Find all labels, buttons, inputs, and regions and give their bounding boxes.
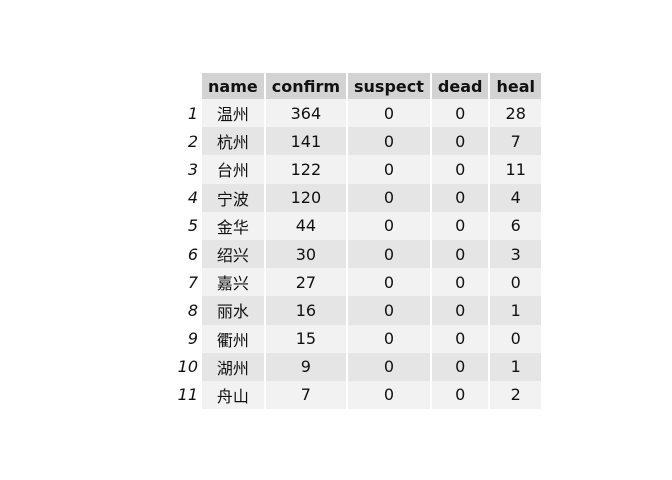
cell-heal: 3 (490, 239, 541, 269)
cell-heal: 0 (490, 324, 541, 353)
cell-heal: 28 (490, 99, 541, 128)
table-row: 6 绍兴 30 0 0 3 (172, 239, 541, 269)
cell-name: 温州 (202, 99, 264, 128)
cell-confirm: 9 (265, 352, 347, 381)
cell-heal: 1 (490, 296, 541, 325)
row-index: 4 (187, 188, 198, 208)
row-index: 7 (187, 272, 198, 292)
data-table: name confirm suspect dead heal 1 温州 364 … (170, 73, 543, 410)
cell-suspect: 0 (348, 155, 430, 184)
cell-dead: 0 (431, 183, 489, 212)
cell-name: 湖州 (202, 352, 264, 381)
cell-confirm: 16 (265, 296, 347, 325)
cell-name: 衢州 (202, 324, 264, 353)
cell-dead: 0 (431, 352, 489, 381)
cell-heal: 6 (490, 211, 541, 240)
cell-dead: 0 (431, 211, 489, 240)
column-header-suspect: suspect (348, 73, 430, 99)
cell-dead: 0 (431, 380, 489, 410)
cell-heal: 0 (490, 268, 541, 297)
cell-name: 宁波 (202, 183, 264, 212)
cell-heal: 2 (490, 380, 541, 410)
column-header-dead: dead (431, 73, 489, 99)
row-index: 2 (187, 131, 198, 151)
cell-dead: 0 (431, 99, 489, 128)
column-header-confirm: confirm (265, 73, 347, 99)
cell-dead: 0 (431, 296, 489, 325)
row-index: 1 (187, 103, 198, 123)
table-row: 2 杭州 141 0 0 7 (172, 127, 541, 156)
row-index: 6 (187, 244, 198, 264)
cell-name: 台州 (202, 155, 264, 184)
cell-confirm: 30 (265, 239, 347, 269)
row-index: 8 (187, 300, 198, 320)
cell-confirm: 364 (265, 99, 347, 128)
cell-confirm: 15 (265, 324, 347, 353)
row-index: 10 (177, 357, 198, 377)
cell-heal: 4 (490, 183, 541, 212)
table-body: 1 温州 364 0 0 28 2 杭州 141 0 0 7 3 台州 122 … (172, 99, 541, 410)
cell-dead: 0 (431, 155, 489, 184)
cell-confirm: 120 (265, 183, 347, 212)
cell-name: 嘉兴 (202, 268, 264, 297)
cell-suspect: 0 (348, 211, 430, 240)
table-row: 4 宁波 120 0 0 4 (172, 183, 541, 212)
cell-heal: 11 (490, 155, 541, 184)
table-row: 7 嘉兴 27 0 0 0 (172, 268, 541, 297)
column-header-heal: heal (490, 73, 541, 99)
row-index: 3 (187, 159, 198, 179)
row-index: 9 (187, 329, 198, 349)
cell-name: 丽水 (202, 296, 264, 325)
cell-heal: 1 (490, 352, 541, 381)
cell-suspect: 0 (348, 352, 430, 381)
cell-heal: 7 (490, 127, 541, 156)
cell-name: 舟山 (202, 380, 264, 410)
rowname-header (172, 73, 200, 99)
table-row: 1 温州 364 0 0 28 (172, 99, 541, 128)
table-row: 3 台州 122 0 0 11 (172, 155, 541, 184)
column-header-name: name (202, 73, 264, 99)
table-row: 11 舟山 7 0 0 2 (172, 380, 541, 410)
cell-suspect: 0 (348, 183, 430, 212)
cell-name: 金华 (202, 211, 264, 240)
table-header: name confirm suspect dead heal (172, 73, 541, 99)
table-row: 9 衢州 15 0 0 0 (172, 324, 541, 353)
table-row: 5 金华 44 0 0 6 (172, 211, 541, 240)
cell-suspect: 0 (348, 324, 430, 353)
cell-suspect: 0 (348, 99, 430, 128)
cell-suspect: 0 (348, 127, 430, 156)
cell-suspect: 0 (348, 380, 430, 410)
cell-confirm: 44 (265, 211, 347, 240)
cell-suspect: 0 (348, 239, 430, 269)
cell-confirm: 122 (265, 155, 347, 184)
row-index: 11 (177, 385, 198, 405)
cell-dead: 0 (431, 268, 489, 297)
row-index: 5 (187, 216, 198, 236)
table-row: 8 丽水 16 0 0 1 (172, 296, 541, 325)
cell-confirm: 141 (265, 127, 347, 156)
header-row: name confirm suspect dead heal (172, 73, 541, 99)
table-row: 10 湖州 9 0 0 1 (172, 352, 541, 381)
cell-suspect: 0 (348, 296, 430, 325)
cell-confirm: 7 (265, 380, 347, 410)
data-table-container: name confirm suspect dead heal 1 温州 364 … (170, 73, 543, 410)
cell-confirm: 27 (265, 268, 347, 297)
cell-dead: 0 (431, 324, 489, 353)
cell-suspect: 0 (348, 268, 430, 297)
cell-name: 杭州 (202, 127, 264, 156)
cell-name: 绍兴 (202, 239, 264, 269)
cell-dead: 0 (431, 127, 489, 156)
cell-dead: 0 (431, 239, 489, 269)
